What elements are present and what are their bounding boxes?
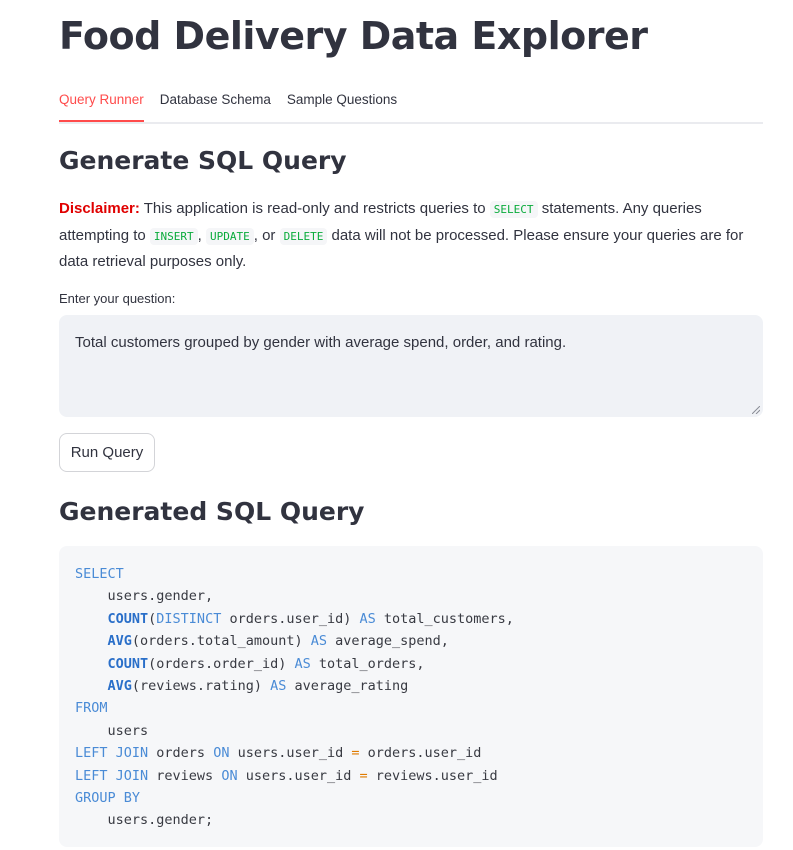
sql-text: users.gender; [75,812,214,829]
sql-keyword: DISTINCT [156,610,222,627]
sql-code-block: SELECT users.gender, COUNT(DISTINCT orde… [59,546,763,847]
sql-line: AVG(orders.total_amount) AS average_spen… [75,630,747,652]
tab-query-runner[interactable]: Query Runner [59,86,144,122]
sql-text: average_spend, [326,633,449,650]
app-title: Food Delivery Data Explorer [59,14,648,58]
sql-keyword: SELECT [75,566,124,582]
sql-text: orders.user_id [359,745,482,762]
sql-keyword: AS [294,655,311,672]
disclaimer-label: Disclaimer: [59,200,140,217]
sql-operator: = [351,745,360,762]
sql-keyword: ON [221,767,238,784]
sql-keyword: ON [213,745,230,762]
sql-line: users [75,720,747,742]
sql-text: total_orders, [310,655,425,672]
sql-text: users [75,722,149,739]
sql-line: users.gender; [75,809,747,831]
sql-line: FROM [75,697,747,719]
sql-text: total_customers, [375,610,514,627]
run-query-button[interactable]: Run Query [59,433,155,472]
sql-text: users.gender, [75,588,214,605]
sql-text: (reviews.rating) [131,677,271,694]
sql-operator: = [359,767,368,784]
sql-keyword: AS [359,610,376,627]
sql-text: reviews [148,767,222,784]
inline-code-update: UPDATE [205,227,254,245]
sql-line: users.gender, [75,585,747,607]
disclaimer-part: , or [253,226,280,244]
resize-grip-icon[interactable] [752,406,760,414]
sql-function: COUNT [107,610,149,627]
sql-line: SELECT [75,563,747,585]
sql-keyword: FROM [75,700,108,717]
question-textarea[interactable]: Total customers grouped by gender with a… [59,315,763,417]
sql-text: reviews.user_id [367,767,498,784]
disclaimer-part: , [197,226,206,244]
disclaimer-text: Disclaimer: This application is read-onl… [59,196,763,275]
sql-function: COUNT [107,655,149,672]
sql-text: average_rating [286,677,409,694]
generated-sql-heading: Generated SQL Query [59,497,365,526]
sql-text: orders.user_id) [221,610,360,627]
sql-line: COUNT(DISTINCT orders.user_id) AS total_… [75,608,747,630]
sql-text: (orders.total_amount) [131,633,311,650]
inline-code-delete: DELETE [279,227,328,245]
sql-text: (orders.order_id) [148,655,295,672]
inline-code-insert: INSERT [149,227,198,245]
question-value: Total customers grouped by gender with a… [75,334,567,351]
sql-line: GROUP BY [75,787,747,809]
sql-function: AVG [107,677,132,694]
sql-function: AVG [107,633,132,650]
sql-keyword: AS [270,677,287,694]
tab-bar: Query Runner Database Schema Sample Ques… [59,86,763,124]
sql-text: orders [148,745,214,762]
sql-keyword: AS [310,633,327,650]
question-label: Enter your question: [59,291,176,306]
sql-keyword: GROUP BY [75,789,141,806]
sql-line: COUNT(orders.order_id) AS total_orders, [75,653,747,675]
sql-keyword: LEFT JOIN [75,745,149,762]
sql-line: LEFT JOIN orders ON users.user_id = orde… [75,742,747,764]
sql-text: users.user_id [229,745,352,762]
sql-keyword: LEFT JOIN [75,767,149,784]
sql-line: AVG(reviews.rating) AS average_rating [75,675,747,697]
sql-line: LEFT JOIN reviews ON users.user_id = rev… [75,765,747,787]
tab-sample-questions[interactable]: Sample Questions [287,86,397,120]
inline-code-select: SELECT [489,201,538,218]
tab-database-schema[interactable]: Database Schema [160,86,271,120]
disclaimer-part: This application is read-only and restri… [139,200,490,217]
sql-text: users.user_id [237,767,360,784]
generate-heading: Generate SQL Query [59,146,347,175]
